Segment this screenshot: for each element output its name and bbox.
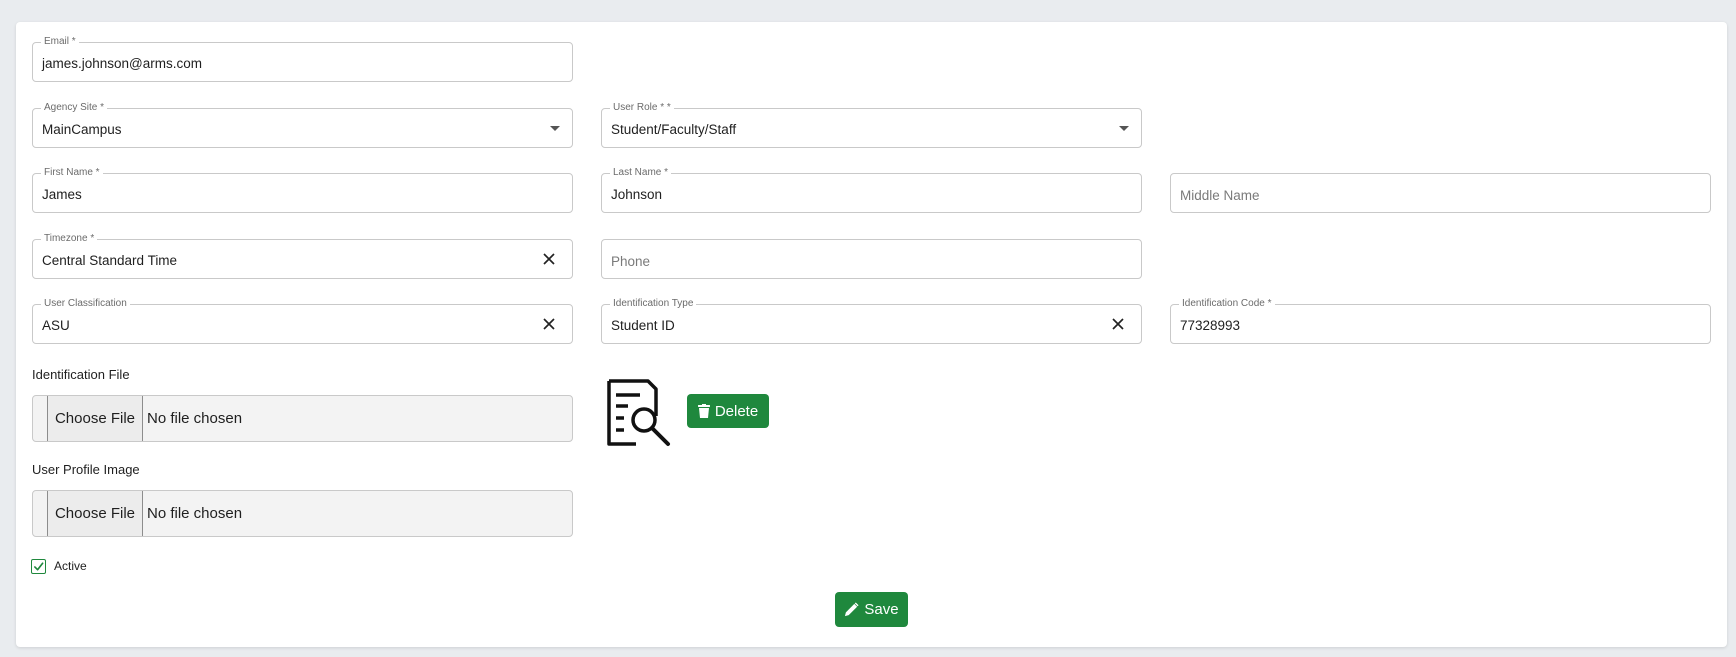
agency-site-value: MainCampus — [42, 122, 122, 137]
user-profile-image-label: User Profile Image — [32, 462, 140, 477]
email-field[interactable]: Email * james.johnson@arms.com — [32, 36, 573, 82]
timezone-label: Timezone * — [41, 233, 98, 245]
user-profile-image-status: No file chosen — [147, 505, 243, 522]
phone-field[interactable]: Phone — [601, 239, 1142, 279]
save-button-label: Save — [864, 601, 899, 618]
user-role-value: Student/Faculty/Staff — [611, 122, 737, 137]
close-icon[interactable] — [542, 317, 556, 331]
chevron-down-icon[interactable] — [1119, 126, 1129, 131]
delete-button[interactable]: Delete — [687, 394, 769, 428]
user-profile-image-choose-button[interactable]: Choose File — [47, 491, 143, 536]
user-role-label: User Role * * — [610, 102, 674, 114]
user-role-select[interactable]: User Role * * Student/Faculty/Staff — [601, 102, 1142, 148]
identification-file-status: No file chosen — [147, 410, 243, 427]
agency-site-select[interactable]: Agency Site * MainCampus — [32, 102, 573, 148]
last-name-label: Last Name * — [610, 167, 672, 179]
active-label: Active — [54, 559, 87, 573]
email-label: Email * — [41, 36, 79, 48]
trash-icon — [697, 404, 710, 418]
identification-type-label: Identification Type — [610, 298, 697, 310]
last-name-value: Johnson — [611, 187, 663, 202]
pencil-icon — [845, 602, 859, 617]
first-name-value: James — [42, 187, 82, 202]
identification-type-select[interactable]: Identification Type Student ID — [601, 298, 1142, 344]
timezone-value: Central Standard Time — [42, 253, 178, 268]
user-classification-label: User Classification — [41, 298, 130, 310]
timezone-select[interactable]: Timezone * Central Standard Time — [32, 233, 573, 279]
last-name-field[interactable]: Last Name * Johnson — [601, 167, 1142, 213]
identification-file-label: Identification File — [32, 367, 130, 382]
phone-placeholder: Phone — [611, 254, 651, 269]
identification-code-label: Identification Code * — [1179, 298, 1275, 310]
middle-name-field[interactable]: Middle Name — [1170, 173, 1711, 213]
identification-code-field[interactable]: Identification Code * 77328993 — [1170, 298, 1711, 344]
check-icon — [33, 561, 43, 571]
user-classification-value: ASU — [42, 318, 70, 333]
save-button[interactable]: Save — [835, 592, 908, 627]
document-search-icon[interactable] — [604, 378, 674, 448]
first-name-field[interactable]: First Name * James — [32, 167, 573, 213]
agency-site-label: Agency Site * — [41, 102, 108, 114]
identification-file-input[interactable]: Choose File No file chosen — [32, 395, 573, 442]
user-classification-select[interactable]: User Classification ASU — [32, 298, 573, 344]
active-checkbox[interactable] — [31, 559, 46, 574]
close-icon[interactable] — [542, 252, 556, 266]
close-icon[interactable] — [1111, 317, 1125, 331]
chevron-down-icon[interactable] — [550, 126, 560, 131]
first-name-label: First Name * — [41, 167, 103, 179]
delete-button-label: Delete — [714, 402, 759, 420]
middle-name-placeholder: Middle Name — [1180, 188, 1260, 203]
user-profile-image-input[interactable]: Choose File No file chosen — [32, 490, 573, 537]
identification-type-value: Student ID — [611, 318, 675, 333]
identification-file-choose-button[interactable]: Choose File — [47, 396, 143, 441]
email-value: james.johnson@arms.com — [42, 56, 203, 71]
identification-code-value: 77328993 — [1180, 318, 1241, 333]
